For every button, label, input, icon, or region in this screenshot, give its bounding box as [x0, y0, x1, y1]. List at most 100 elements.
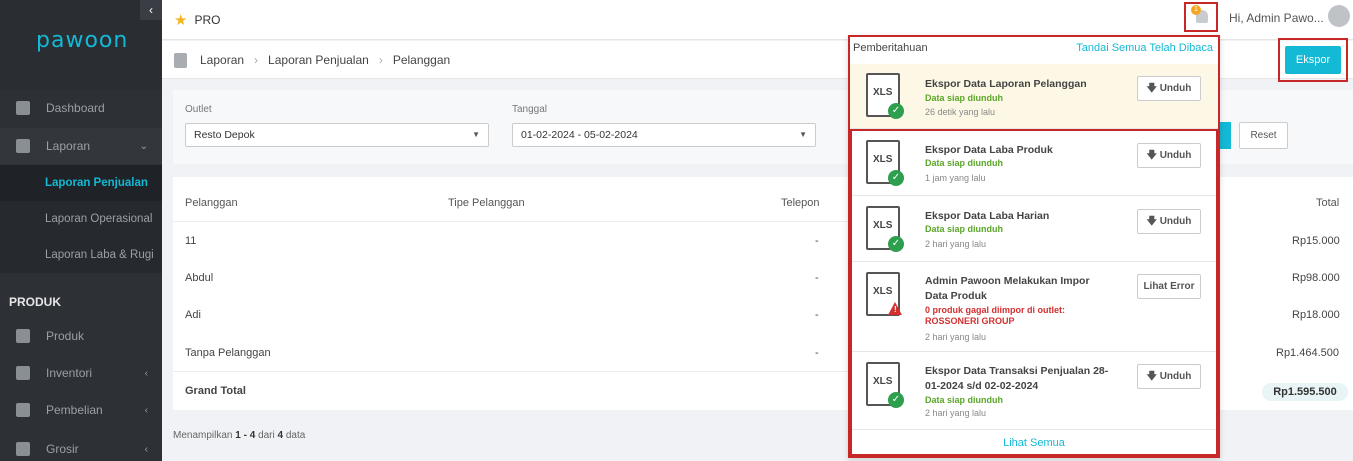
sidebar-item-dashboard[interactable]: Dashboard [0, 90, 162, 126]
chevron-right-icon: › [378, 53, 383, 67]
notification-time: 26 detik yang lalu [925, 107, 996, 117]
sidebar-item-label: Dashboard [46, 101, 105, 115]
date-label: Tanggal [512, 104, 548, 115]
sidebar-item-label: Laporan [46, 139, 91, 153]
table-row-customer: Adi [185, 309, 201, 321]
breadcrumb-item-laporan[interactable]: Laporan [200, 53, 244, 67]
notification-status: Data siap diunduh [925, 93, 1004, 103]
top-bar: ★ PRO 1 Hi, Admin Pawo... [162, 0, 1353, 40]
plan-indicator: ★ PRO [174, 11, 220, 29]
table-row-customer: 11 [185, 235, 197, 247]
sidebar-item-grosir[interactable]: Grosir ‹ [0, 431, 162, 461]
notification-panel-title: Pemberitahuan [853, 42, 928, 54]
outlet-label: Outlet [185, 104, 212, 115]
sidebar-item-laporan[interactable]: Laporan ⌄ [0, 128, 162, 164]
table-row-phone: - [815, 272, 819, 284]
sidebar-item-label: Laporan Laba & Rugi [45, 249, 154, 261]
grand-total-label: Grand Total [185, 385, 246, 397]
table-row-phone: - [815, 347, 819, 359]
clipboard-icon [16, 139, 30, 153]
sidebar-item-pembelian[interactable]: Pembelian ‹ [0, 392, 162, 428]
column-header-tipe-pelanggan[interactable]: Tipe Pelanggan [448, 197, 525, 209]
star-icon: ★ [174, 12, 188, 29]
sidebar-item-label: Pembelian [46, 403, 103, 417]
avatar[interactable] [1328, 5, 1350, 27]
sidebar-item-label: Grosir [46, 442, 79, 456]
outlet-select-value: Resto Depok [194, 129, 255, 141]
pagination-prefix: Menampilkan [173, 430, 233, 441]
column-header-pelanggan[interactable]: Pelanggan [185, 197, 238, 209]
table-row-phone: - [815, 309, 819, 321]
sidebar-item-inventori[interactable]: Inventori ‹ [0, 355, 162, 391]
table-row-customer: Abdul [185, 272, 214, 284]
divider [173, 371, 848, 372]
sidebar-item-label: Laporan Operasional [45, 213, 153, 225]
date-range-select[interactable]: 01-02-2024 - 05-02-2024 ▼ [512, 123, 816, 147]
breadcrumb-item-laporan-penjualan[interactable]: Laporan Penjualan [268, 53, 369, 67]
table-row-total: Rp1.464.500 [1276, 347, 1339, 359]
notification-panel: Pemberitahuan Tandai Semua Telah Dibaca … [848, 35, 1220, 458]
column-header-total[interactable]: Total [1316, 197, 1339, 209]
see-all-notifications-link[interactable]: Lihat Semua [850, 437, 1218, 449]
collapse-sidebar-button[interactable]: ‹ [140, 0, 162, 20]
sidebar-item-laporan-laba-rugi[interactable]: Laporan Laba & Rugi [0, 237, 162, 273]
bag-icon [16, 329, 30, 343]
divider [173, 221, 848, 222]
older-notifications-highlight [850, 129, 1218, 456]
download-button-label: Unduh [1159, 83, 1192, 94]
table-row-total: Rp98.000 [1292, 272, 1340, 284]
notification-item[interactable]: XLS ✓ Ekspor Data Laporan Pelanggan Data… [850, 64, 1218, 129]
document-icon [16, 403, 30, 417]
user-greeting[interactable]: Hi, Admin Pawo... [1229, 11, 1324, 25]
breadcrumb: Laporan › Laporan Penjualan › Pelanggan [200, 53, 450, 67]
download-button[interactable]: 🡇 Unduh [1137, 76, 1201, 101]
file-type-label: XLS [873, 87, 893, 98]
mark-all-read-link[interactable]: Tandai Semua Telah Dibaca [1076, 42, 1213, 54]
notification-panel-header: Pemberitahuan Tandai Semua Telah Dibaca [850, 37, 1218, 63]
xls-file-icon: XLS ✓ [866, 73, 904, 119]
export-highlight: Ekspor [1278, 38, 1348, 82]
chevron-left-icon: ‹ [144, 367, 148, 379]
chevron-down-icon: ⌄ [139, 140, 148, 152]
table-row-phone: - [815, 235, 819, 247]
reset-button[interactable]: Reset [1239, 122, 1288, 149]
check-icon: ✓ [888, 103, 904, 119]
notification-bell-button[interactable]: 1 [1184, 2, 1218, 32]
caret-down-icon: ▼ [799, 130, 807, 139]
pagination-suffix: data [285, 430, 306, 441]
pagination-summary: Menampilkan 1 - 4 dari 4 data [173, 430, 305, 441]
chevron-right-icon: › [254, 53, 259, 67]
export-button[interactable]: Ekspor [1285, 46, 1341, 74]
breadcrumb-item-pelanggan: Pelanggan [392, 53, 451, 67]
clipboard-icon [16, 442, 30, 456]
apply-filter-button[interactable] [1219, 122, 1231, 149]
notification-count-badge: 1 [1191, 5, 1201, 15]
column-header-telepon[interactable]: Telepon [781, 197, 820, 209]
notification-title: Ekspor Data Laporan Pelanggan [925, 78, 1087, 90]
table-row-total: Rp15.000 [1292, 235, 1340, 247]
sidebar-item-produk[interactable]: Produk [0, 318, 162, 354]
sidebar: pawoon ‹ Dashboard Laporan ⌄ Laporan Pen… [0, 0, 162, 461]
pagination-count: 4 [277, 430, 284, 441]
sidebar-item-label: Laporan Penjualan [45, 177, 148, 189]
table-row-customer: Tanpa Pelanggan [185, 347, 271, 359]
section-label-produk: PRODUK [9, 295, 62, 309]
date-range-value: 01-02-2024 - 05-02-2024 [521, 129, 638, 141]
grand-total-value: Rp1.595.500 [1262, 383, 1348, 401]
table-row-total: Rp18.000 [1292, 309, 1340, 321]
sidebar-item-laporan-operasional[interactable]: Laporan Operasional [0, 201, 162, 237]
download-icon: 🡇 [1146, 83, 1160, 94]
chevron-left-icon: ‹ [144, 443, 148, 455]
plan-label: PRO [194, 13, 221, 27]
logo: pawoon [36, 28, 129, 53]
outlet-select[interactable]: Resto Depok ▼ [185, 123, 489, 147]
sidebar-item-label: Inventori [46, 366, 93, 380]
chevron-left-icon: ‹ [144, 404, 148, 416]
pagination-range: 1 - 4 [235, 430, 256, 441]
chart-icon [16, 101, 30, 115]
caret-down-icon: ▼ [472, 130, 480, 139]
sidebar-item-label: Produk [46, 329, 85, 343]
sidebar-item-laporan-penjualan[interactable]: Laporan Penjualan [0, 165, 162, 201]
clipboard-icon [174, 53, 187, 68]
pagination-mid: dari [258, 430, 275, 441]
